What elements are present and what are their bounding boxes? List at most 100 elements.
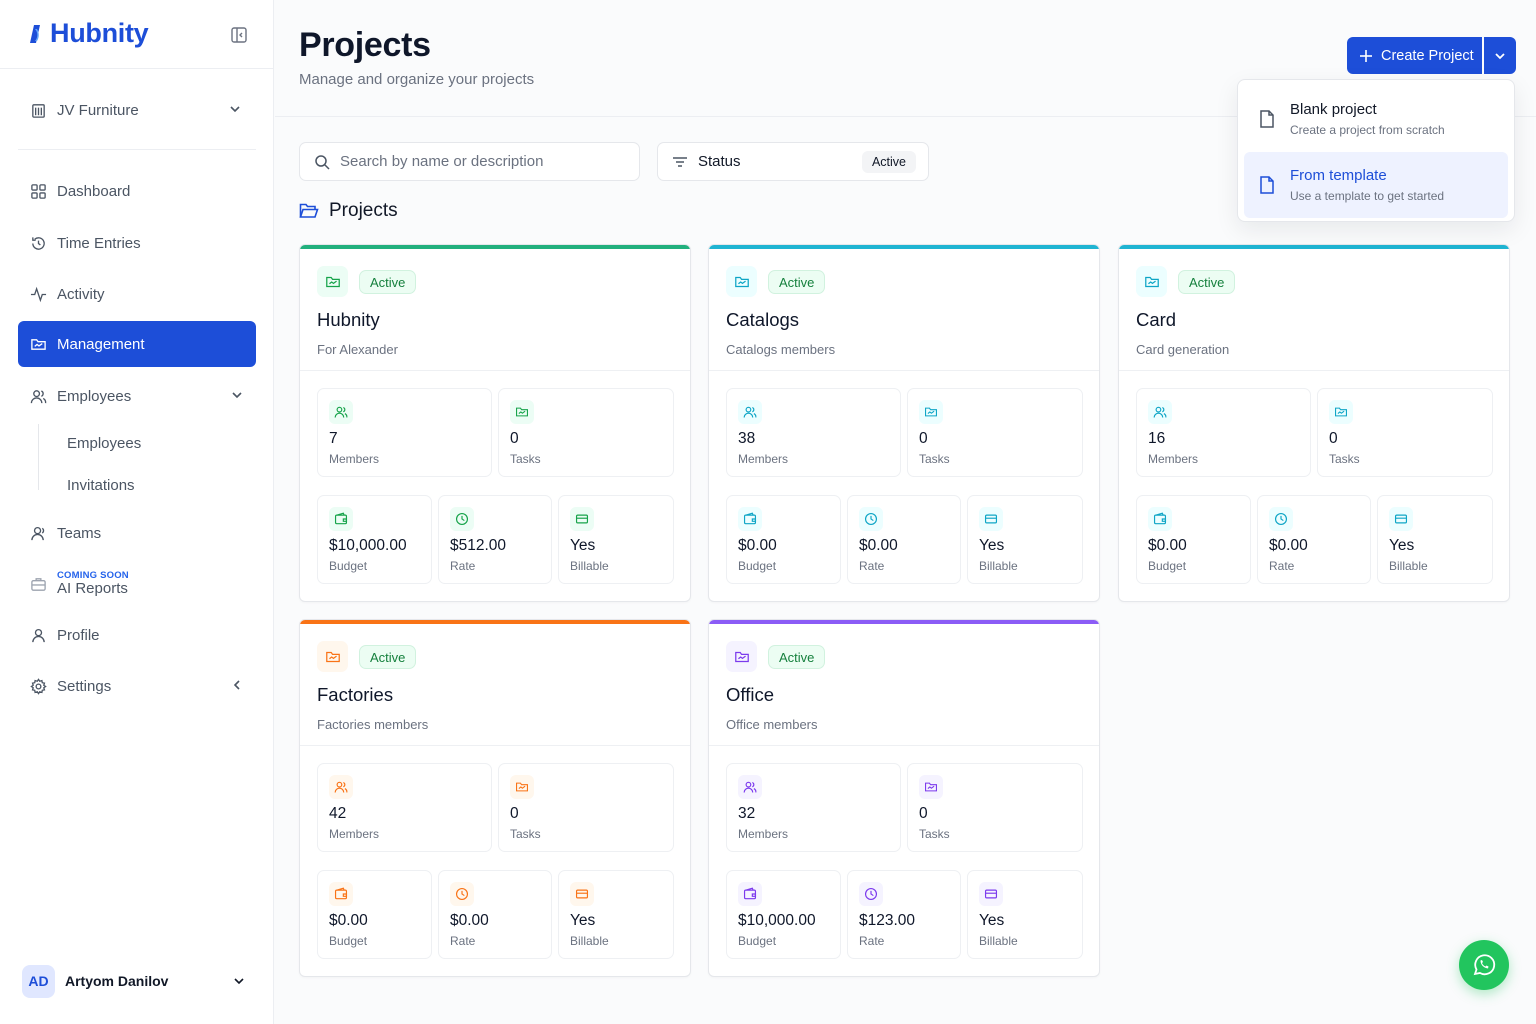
- project-icon-box: [317, 266, 348, 297]
- nav-settings[interactable]: Settings: [18, 663, 256, 709]
- billable-stat: Yes Billable: [967, 870, 1083, 959]
- project-card[interactable]: Active Factories Factories members 42 Me…: [299, 619, 691, 977]
- members-stat-value: 42: [329, 805, 347, 822]
- nav-teams[interactable]: Teams: [18, 510, 256, 556]
- nav-dashboard[interactable]: Dashboard: [18, 168, 256, 214]
- credit-card-icon: [575, 889, 589, 899]
- section-title-text: Projects: [329, 200, 398, 221]
- building-icon: [32, 103, 45, 118]
- project-card[interactable]: Active Office Office members 32 Members …: [708, 619, 1100, 977]
- search-icon: [315, 154, 330, 170]
- search-input[interactable]: [340, 153, 630, 170]
- section-title: Projects: [299, 200, 398, 222]
- tasks-stat-icon-box: [510, 400, 534, 424]
- budget-stat-value: $0.00: [329, 912, 368, 929]
- nav-label: Settings: [57, 677, 112, 695]
- nav-label: Teams: [57, 524, 102, 542]
- workspace-switcher[interactable]: JV Furniture: [18, 90, 256, 130]
- create-project-dropdown-button[interactable]: [1484, 37, 1516, 74]
- sidebar: Hubnity JV Furniture Dashboard Time Entr…: [0, 0, 274, 1024]
- status-badge: Active: [359, 270, 417, 294]
- members-stat-label: Members: [329, 827, 380, 841]
- rate-stat-value: $0.00: [1269, 537, 1308, 554]
- folder-icon: [31, 338, 46, 350]
- users-icon: [743, 406, 757, 418]
- members-stat: 32 Members: [726, 763, 901, 852]
- nav-time-entries[interactable]: Time Entries: [18, 220, 256, 266]
- budget-stat-icon-box: [738, 507, 762, 531]
- members-stat-icon-box: [1148, 400, 1172, 424]
- create-project-button[interactable]: Create Project: [1347, 37, 1482, 74]
- file-icon: [1260, 176, 1274, 194]
- folder-icon: [734, 276, 749, 287]
- status-filter[interactable]: Status Active: [657, 142, 929, 181]
- tasks-stat-value: 0: [919, 430, 928, 447]
- nav-label: Employees: [67, 434, 142, 452]
- sidebar-collapse-button[interactable]: [230, 26, 248, 44]
- grid-icon: [31, 183, 46, 199]
- wallet-icon: [334, 887, 348, 900]
- tasks-stat-icon-box: [919, 400, 943, 424]
- clock-icon: [864, 887, 878, 901]
- members-stat: 7 Members: [317, 388, 492, 477]
- wallet-icon: [743, 512, 757, 525]
- billable-stat-label: Billable: [979, 934, 1018, 948]
- tasks-stat-icon-box: [919, 775, 943, 799]
- rate-stat-label: Rate: [859, 559, 885, 573]
- clock-icon: [455, 887, 469, 901]
- clock-icon: [1274, 512, 1288, 526]
- tasks-stat-label: Tasks: [1329, 452, 1360, 466]
- members-stat-value: 7: [329, 430, 338, 447]
- folder-icon: [1335, 407, 1347, 417]
- divider: [0, 68, 274, 69]
- project-card[interactable]: Active Hubnity For Alexander 7 Members 0…: [299, 244, 691, 602]
- billable-stat-icon-box: [1389, 507, 1413, 531]
- tasks-stat-label: Tasks: [919, 452, 950, 466]
- project-name: Office: [726, 684, 774, 705]
- budget-stat-label: Budget: [329, 934, 368, 948]
- members-stat-value: 32: [738, 805, 756, 822]
- budget-stat: $10,000.00 Budget: [317, 495, 432, 584]
- folder-icon: [925, 407, 937, 417]
- project-name: Card: [1136, 309, 1177, 330]
- members-stat-label: Members: [1148, 452, 1199, 466]
- nav-profile[interactable]: Profile: [18, 612, 256, 658]
- billable-stat-value: Yes: [979, 912, 1005, 929]
- members-stat: 42 Members: [317, 763, 492, 852]
- billable-stat-icon-box: [979, 507, 1003, 531]
- card-header: Active Office Office members: [709, 624, 1099, 746]
- budget-stat: $0.00 Budget: [726, 495, 841, 584]
- nav-management[interactable]: Management: [18, 321, 256, 367]
- whatsapp-chat-button[interactable]: [1459, 940, 1509, 990]
- tasks-stat: 0 Tasks: [907, 763, 1083, 852]
- members-stat-label: Members: [738, 452, 789, 466]
- nav-employees-list[interactable]: Employees: [56, 426, 141, 460]
- project-card[interactable]: Active Catalogs Catalogs members 38 Memb…: [708, 244, 1100, 602]
- whatsapp-icon: [1473, 954, 1496, 976]
- nav-employees[interactable]: Employees: [18, 373, 256, 419]
- menu-item-from-template[interactable]: From template Use a template to get star…: [1244, 152, 1508, 218]
- budget-stat-value: $0.00: [1148, 537, 1187, 554]
- credit-card-icon: [575, 514, 589, 524]
- project-name: Catalogs: [726, 309, 800, 330]
- search-box[interactable]: [299, 142, 640, 181]
- folder-icon: [734, 651, 749, 662]
- tasks-stat: 0 Tasks: [498, 388, 674, 477]
- user-icon: [31, 526, 45, 540]
- rate-stat-icon-box: [859, 882, 883, 906]
- billable-stat-label: Billable: [570, 934, 609, 948]
- project-card[interactable]: Active Card Card generation 16 Members 0…: [1118, 244, 1510, 602]
- project-name: Factories: [317, 684, 394, 705]
- nav-activity[interactable]: Activity: [18, 271, 256, 317]
- rate-stat-icon-box: [859, 507, 883, 531]
- menu-item-blank-project[interactable]: Blank project Create a project from scra…: [1244, 86, 1508, 152]
- rate-stat-icon-box: [450, 882, 474, 906]
- nav-invitations[interactable]: Invitations: [56, 468, 135, 502]
- user-menu[interactable]: AD Artyom Danilov: [18, 960, 256, 1002]
- billable-stat: Yes Billable: [558, 495, 674, 584]
- brand[interactable]: Hubnity: [18, 18, 149, 49]
- nav-label: Dashboard: [57, 182, 131, 200]
- page-subtitle: Manage and organize your projects: [299, 71, 535, 88]
- rate-stat: $512.00 Rate: [438, 495, 552, 584]
- chevron-down-icon: [230, 106, 240, 113]
